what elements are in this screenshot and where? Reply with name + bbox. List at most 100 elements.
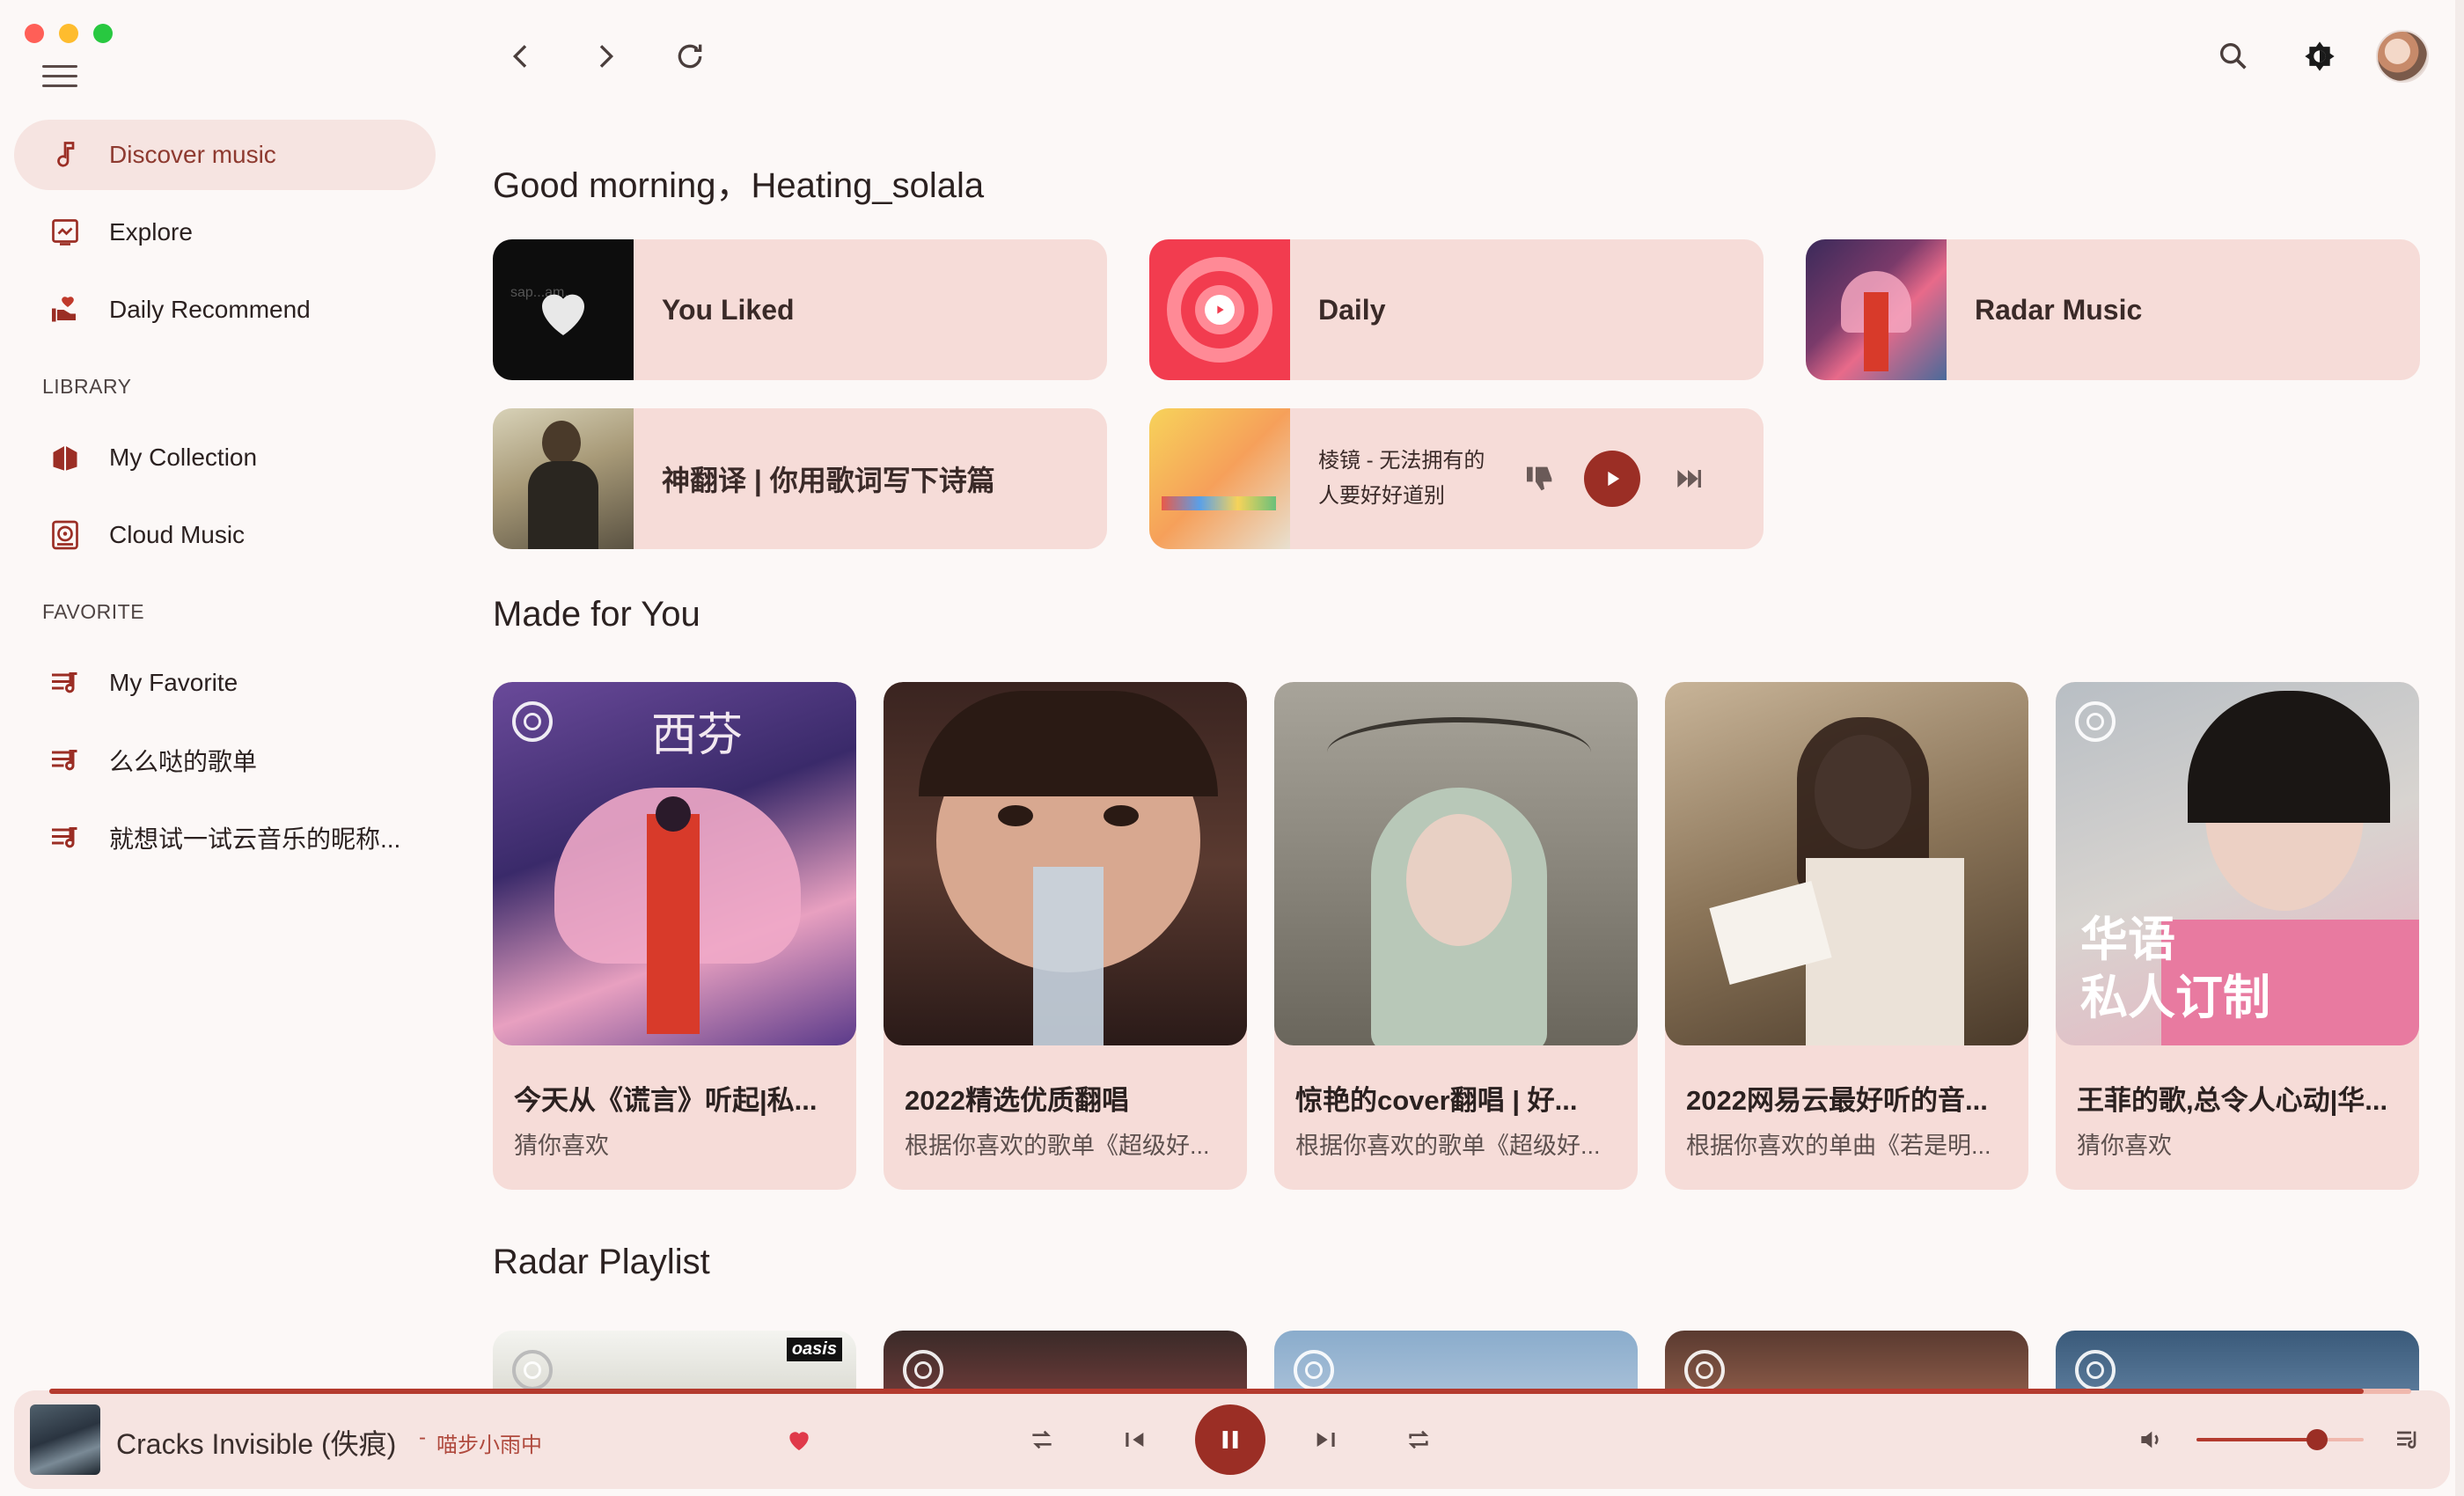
shuffle-icon <box>1032 1430 1052 1449</box>
netease-logo-icon <box>1684 1350 1725 1390</box>
fm-next-button[interactable] <box>1667 458 1709 500</box>
playlist-cover: 华语 私人订制 <box>2056 682 2419 1045</box>
play-pause-button[interactable] <box>1195 1404 1265 1475</box>
refresh-icon <box>678 44 702 69</box>
section-title-radar-playlist: Radar Playlist <box>493 1243 710 1281</box>
sidebar-item-label: Discover music <box>109 141 276 168</box>
section-title-made-for-you: Made for You <box>493 595 700 634</box>
shuffle-button[interactable] <box>1021 1419 1063 1461</box>
sidebar-item-discover-music[interactable]: Discover music <box>14 120 436 190</box>
play-icon <box>1217 305 1224 314</box>
netease-logo-icon <box>512 701 553 742</box>
queue-icon <box>2397 1431 2416 1448</box>
sidebar-item-daily-recommend[interactable]: Daily Recommend <box>14 275 436 345</box>
sidebar-item-cloud-music[interactable]: Cloud Music <box>14 500 436 570</box>
sidebar-item-explore[interactable]: Explore <box>14 197 436 268</box>
sidebar: Discover music Explore Daily Recommend L… <box>0 0 449 1390</box>
playlist-icon <box>48 665 83 700</box>
section-label-favorite: FAVORITE <box>42 600 145 623</box>
search-button[interactable] <box>2212 35 2255 77</box>
quick-card-playlist[interactable]: 神翻译 | 你用歌词写下诗篇 <box>493 408 1107 549</box>
radar-playlist-card[interactable]: oasis <box>493 1331 856 1394</box>
cover-text: 西芬 <box>651 709 744 762</box>
netease-logo-icon <box>903 1350 943 1390</box>
back-button[interactable] <box>500 35 542 77</box>
section-label-library: LIBRARY <box>42 375 132 398</box>
playlist-subtitle: 猜你喜欢 <box>514 1133 609 1159</box>
dislike-button[interactable] <box>1519 458 1561 500</box>
radar-playlist-card[interactable] <box>1665 1331 2028 1394</box>
now-playing-separator: - <box>419 1426 426 1449</box>
quick-card-daily[interactable]: Daily <box>1149 239 1764 380</box>
scrollbar[interactable] <box>2455 0 2464 1496</box>
playlist-cover <box>884 682 1247 1045</box>
playlist-cover <box>493 408 634 549</box>
playlist-subtitle: 根据你喜欢的歌单《超级好... <box>905 1133 1210 1159</box>
fm-track-line-1: 棱镜 - 无法拥有的 <box>1318 449 1485 473</box>
netease-logo-icon <box>2075 701 2116 742</box>
hand-heart-icon <box>48 292 83 327</box>
theme-toggle-button[interactable] <box>2299 35 2341 77</box>
now-playing-artist[interactable]: 喵步小雨中 <box>436 1427 542 1458</box>
netease-logo-icon <box>512 1350 553 1390</box>
playlist-card[interactable]: 惊艳的cover翻唱 | 好... 根据你喜欢的歌单《超级好... <box>1274 682 1638 1190</box>
forward-button[interactable] <box>584 35 627 77</box>
radar-cover <box>1806 239 1947 380</box>
cover-text: oasis <box>786 1338 842 1361</box>
skip-next-icon <box>1677 470 1701 488</box>
quick-card-label: 神翻译 | 你用歌词写下诗篇 <box>662 465 995 496</box>
progress-fill <box>49 1389 2365 1394</box>
playlist-cover: 西芬 <box>493 682 856 1045</box>
like-button[interactable] <box>778 1419 820 1461</box>
playlist-card[interactable]: 华语 私人订制 王菲的歌,总令人心动|华... 猜你喜欢 <box>2056 682 2419 1190</box>
playlist-icon <box>48 743 83 778</box>
menu-icon[interactable] <box>42 65 77 92</box>
sidebar-item-my-favorite[interactable]: My Favorite <box>14 648 436 718</box>
sidebar-item-playlist-nickname[interactable]: 就想试一试云音乐的昵称... <box>14 803 436 873</box>
avatar[interactable] <box>2376 30 2429 83</box>
skip-next-icon <box>1316 1433 1335 1447</box>
playlist-card[interactable]: 2022精选优质翻唱 根据你喜欢的歌单《超级好... <box>884 682 1247 1190</box>
now-playing-cover[interactable] <box>30 1404 100 1475</box>
queue-button[interactable] <box>2387 1419 2429 1461</box>
fm-track-line-2: 人要好好道别 <box>1318 484 1445 508</box>
repeat-button[interactable] <box>1397 1419 1440 1461</box>
playlist-subtitle: 根据你喜欢的单曲《若是明... <box>1686 1133 1991 1159</box>
sidebar-item-label: 么么哒的歌单 <box>109 748 258 775</box>
volume-button[interactable] <box>2130 1419 2172 1461</box>
volume-fill <box>2196 1438 2317 1441</box>
quick-card-you-liked[interactable]: sap...am. You Liked <box>493 239 1107 380</box>
fm-cover <box>1149 408 1290 549</box>
playlist-title: 2022网易云最好听的音... <box>1686 1085 1988 1116</box>
sidebar-item-my-collection[interactable]: My Collection <box>14 422 436 493</box>
next-button[interactable] <box>1304 1419 1346 1461</box>
cloud-music-icon <box>48 517 83 553</box>
now-playing-title[interactable]: Cracks Invisible (佚痕) <box>116 1422 396 1463</box>
refresh-button[interactable] <box>669 35 711 77</box>
sidebar-item-label: My Favorite <box>109 669 238 696</box>
playlist-icon <box>48 820 83 855</box>
quick-card-label: You Liked <box>662 293 795 326</box>
repeat-icon <box>1408 1430 1429 1449</box>
heart-icon <box>789 1432 809 1450</box>
volume-handle[interactable] <box>2306 1429 2328 1450</box>
sidebar-item-playlist-memeda[interactable]: 么么哒的歌单 <box>14 725 436 796</box>
quick-card-radar-music[interactable]: Radar Music <box>1806 239 2420 380</box>
radar-playlist-card[interactable] <box>884 1331 1247 1394</box>
sidebar-item-label: Cloud Music <box>109 521 246 548</box>
netease-logo-icon <box>1294 1350 1334 1390</box>
radar-playlist-card[interactable] <box>2056 1331 2419 1394</box>
playlist-title: 今天从《谎言》听起|私... <box>514 1085 818 1116</box>
playlist-card[interactable]: 2022网易云最好听的音... 根据你喜欢的单曲《若是明... <box>1665 682 2028 1190</box>
quick-card-label: Radar Music <box>1975 293 2143 326</box>
fm-play-button[interactable] <box>1584 451 1640 507</box>
playlist-card[interactable]: 西芬 今天从《谎言》听起|私... 猜你喜欢 <box>493 682 856 1190</box>
volume-icon <box>2141 1431 2159 1448</box>
previous-button[interactable] <box>1114 1419 1156 1461</box>
playlist-subtitle: 猜你喜欢 <box>2077 1133 2172 1159</box>
sidebar-item-label: Daily Recommend <box>109 296 311 323</box>
netease-logo-icon <box>2075 1350 2116 1390</box>
playlist-cover <box>1274 682 1638 1045</box>
radar-playlist-card[interactable] <box>1274 1331 1638 1394</box>
brightness-icon <box>2305 41 2335 71</box>
